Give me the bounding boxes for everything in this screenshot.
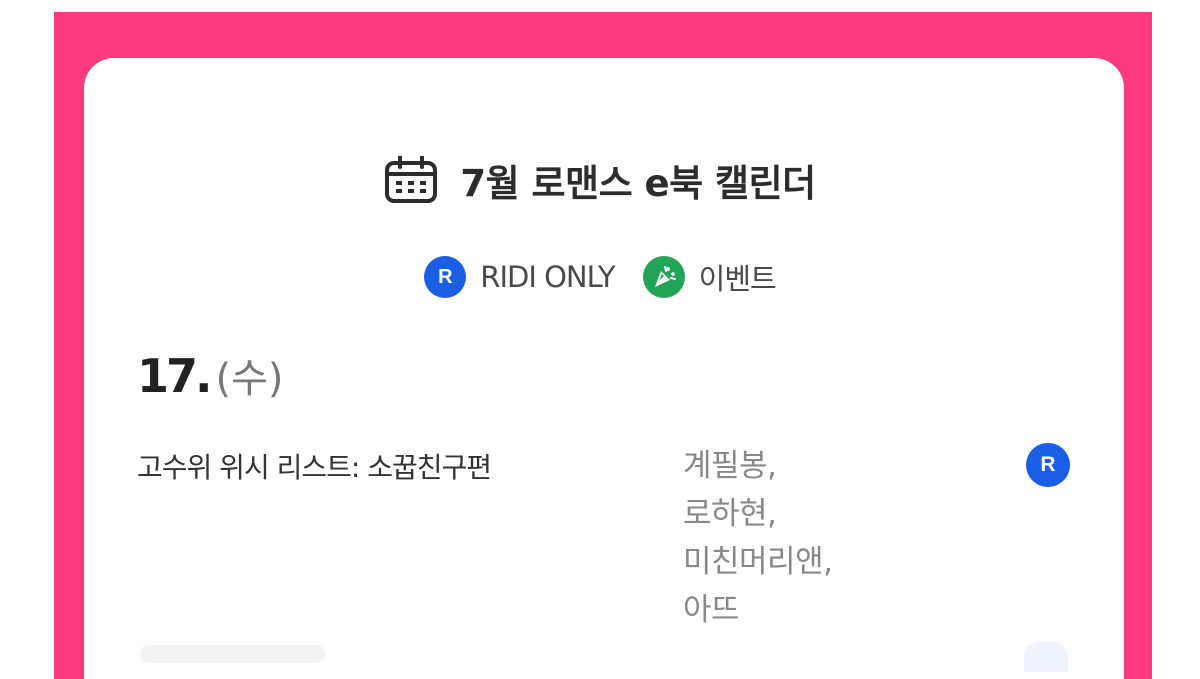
- page-title: 7월 로맨스 e북 캘린더: [460, 162, 816, 205]
- legend-item-ridi-only: R RIDI ONLY: [424, 256, 616, 298]
- legend: R RIDI ONLY 이벤트: [0, 255, 1200, 299]
- book-title[interactable]: 고수위 위시 리스트: 소꿉친구편: [137, 446, 492, 486]
- page: 7월 로맨스 e북 캘린더 R RIDI ONLY 이벤트 17. (수) 고수…: [0, 0, 1200, 679]
- legend-item-event: 이벤트: [642, 256, 777, 298]
- next-entry-title-faded: [140, 645, 325, 663]
- day-weekday: (수): [215, 356, 284, 402]
- party-popper-glyph: [654, 266, 676, 287]
- next-entry-badge-faded: [1024, 642, 1068, 672]
- ridi-only-badge-icon: R: [1026, 443, 1070, 487]
- legend-label-ridi-only: RIDI ONLY: [480, 260, 615, 294]
- ridi-r-badge-icon: R: [424, 256, 467, 298]
- day-heading: 17. (수): [137, 346, 284, 406]
- day-number: 17.: [137, 349, 212, 403]
- legend-label-event: 이벤트: [698, 262, 777, 296]
- book-authors: 계필봉, 로하현, 미친머리앤, 아뜨: [683, 448, 833, 628]
- calendar-icon: [385, 156, 438, 203]
- calendar-header: 7월 로맨스 e북 캘린더: [0, 150, 1200, 210]
- party-popper-icon: [642, 256, 685, 298]
